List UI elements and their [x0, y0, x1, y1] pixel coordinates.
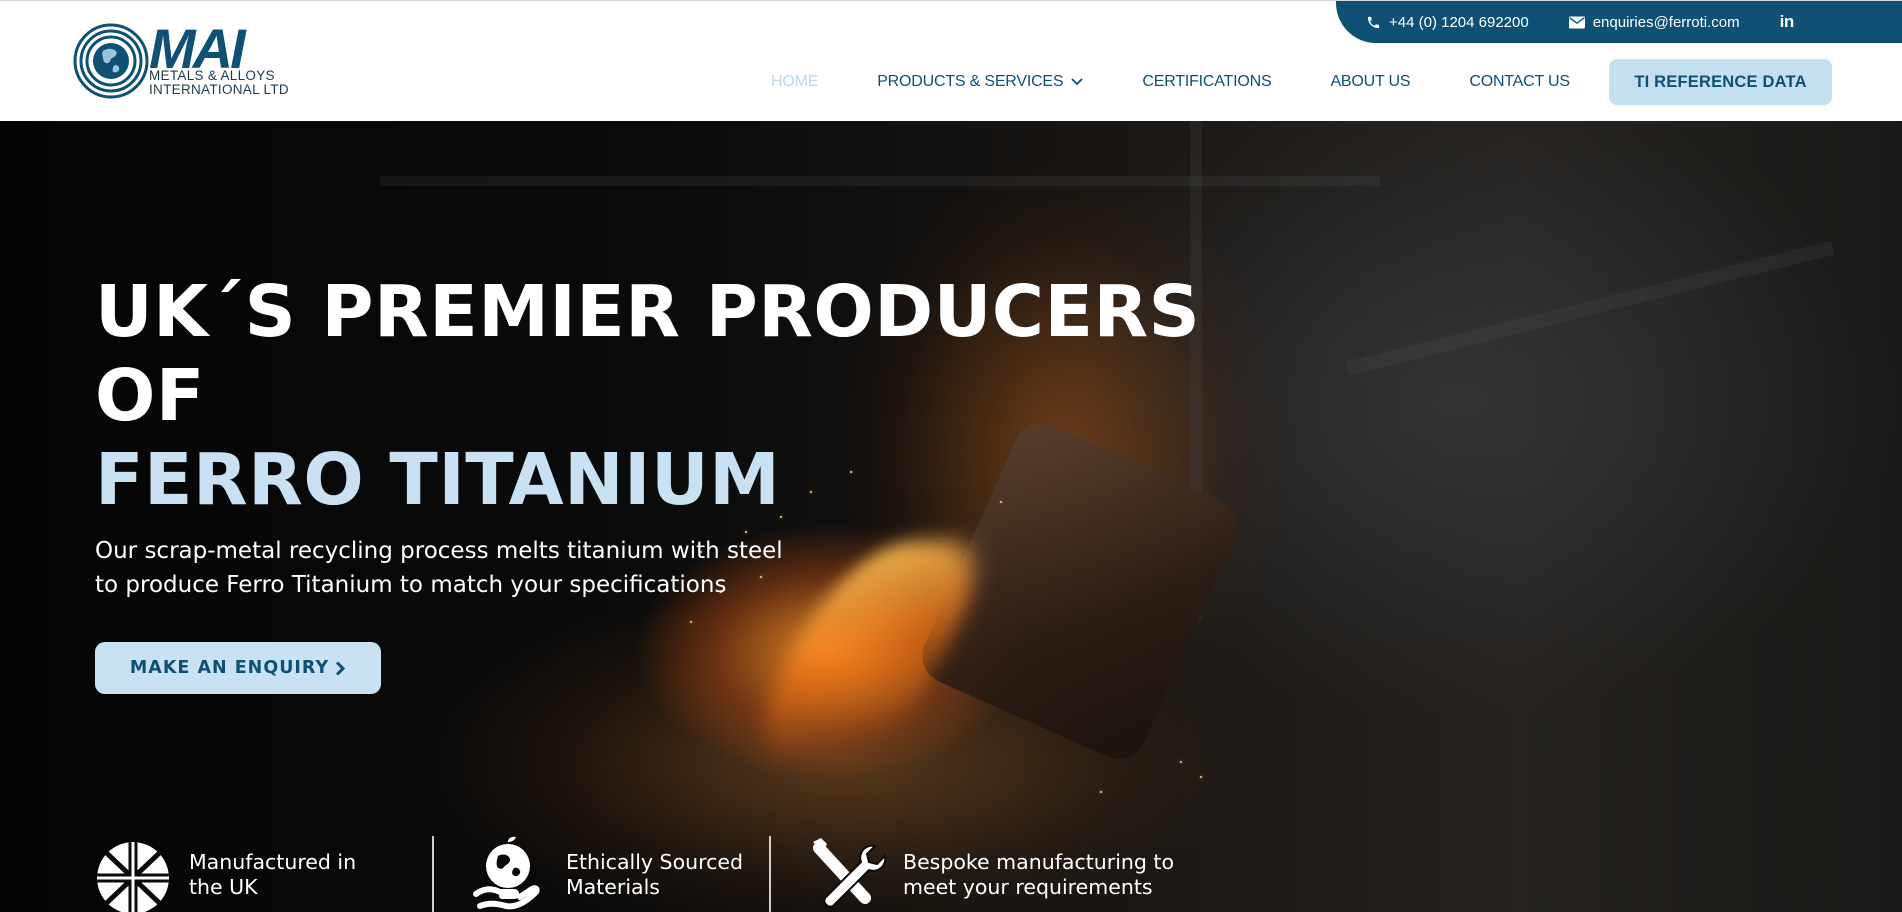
- envelope-icon: [1568, 16, 1585, 28]
- feature-line1: Bespoke manufacturing to: [903, 850, 1175, 874]
- nav-products-services[interactable]: PRODUCTS & SERVICES: [877, 73, 1084, 91]
- feature-line2: Materials: [566, 875, 660, 899]
- globe-logo-icon: [73, 23, 149, 99]
- feature-bespoke-manufacturing: Bespoke manufacturing to meet your requi…: [769, 836, 1189, 912]
- spark: [1100, 791, 1102, 793]
- site-header: +44 (0) 1204 692200 enquiries@ferroti.co…: [0, 0, 1902, 121]
- nav-products-services-label: PRODUCTS & SERVICES: [877, 73, 1064, 90]
- hero-title: UK´S PREMIER PRODUCERS OF FERRO TITANIUM: [95, 270, 1200, 522]
- feature-ethically-sourced: Ethically Sourced Materials: [432, 836, 769, 912]
- feature-line2: meet your requirements: [903, 875, 1153, 899]
- phone-number: +44 (0) 1204 692200: [1389, 13, 1529, 31]
- company-logo[interactable]: MAI METALS & ALLOYS INTERNATIONAL LTD: [73, 21, 333, 101]
- hero-title-line1: UK´S PREMIER PRODUCERS: [95, 270, 1201, 353]
- phone-icon: [1367, 16, 1380, 28]
- chevron-right-icon: [336, 660, 346, 676]
- feature-line2: the UK: [189, 875, 258, 899]
- email-address: enquiries@ferroti.com: [1592, 13, 1740, 31]
- hero-title-line2: OF: [95, 354, 205, 437]
- logo-subtitle-line2: INTERNATIONAL LTD: [149, 82, 289, 97]
- hero-subtitle-line2: to produce Ferro Titanium to match your …: [95, 572, 727, 598]
- email-link[interactable]: enquiries@ferroti.com: [1568, 13, 1740, 31]
- spark: [1200, 776, 1202, 778]
- feature-strip: Manufactured in the UK Ethically Sourced…: [95, 836, 1189, 912]
- nav-home[interactable]: HOME: [771, 73, 818, 91]
- make-enquiry-label: MAKE AN ENQUIRY: [129, 658, 330, 678]
- feature-line1: Manufactured in: [189, 850, 357, 874]
- spark: [690, 621, 692, 623]
- linkedin-icon[interactable]: in: [1780, 12, 1795, 32]
- contact-topbar: +44 (0) 1204 692200 enquiries@ferroti.co…: [1336, 1, 1902, 43]
- logo-subtitle: METALS & ALLOYS INTERNATIONAL LTD: [149, 69, 289, 97]
- background-beam: [380, 176, 1380, 186]
- feature-text: Ethically Sourced Materials: [566, 836, 743, 900]
- make-enquiry-button[interactable]: MAKE AN ENQUIRY: [95, 642, 381, 694]
- feature-text: Bespoke manufacturing to meet your requi…: [903, 836, 1174, 900]
- ti-reference-data-button[interactable]: TI REFERENCE DATA: [1609, 59, 1832, 105]
- hero-title-highlight: FERRO TITANIUM: [95, 438, 781, 521]
- feature-line1: Ethically Sourced: [566, 850, 743, 874]
- nav-certifications[interactable]: CERTIFICATIONS: [1142, 73, 1271, 91]
- hero-subtitle: Our scrap-metal recycling process melts …: [95, 534, 855, 602]
- background-beam: [1345, 240, 1835, 376]
- globe-in-hand-icon: [473, 836, 540, 910]
- nav-about-us[interactable]: ABOUT US: [1330, 73, 1410, 91]
- chevron-down-icon: [1071, 78, 1084, 86]
- spark: [1180, 761, 1182, 763]
- tools-icon: [813, 838, 887, 908]
- main-navigation: HOME PRODUCTS & SERVICES CERTIFICATIONS …: [771, 59, 1629, 105]
- union-jack-icon: [97, 842, 169, 912]
- feature-manufactured-uk: Manufactured in the UK: [95, 836, 432, 912]
- logo-subtitle-line1: METALS & ALLOYS: [149, 68, 275, 83]
- nav-contact-us[interactable]: CONTACT US: [1469, 73, 1570, 91]
- hero-subtitle-line1: Our scrap-metal recycling process melts …: [95, 538, 783, 564]
- spark: [745, 531, 747, 533]
- phone-link[interactable]: +44 (0) 1204 692200: [1366, 14, 1529, 31]
- feature-text: Manufactured in the UK: [189, 836, 356, 900]
